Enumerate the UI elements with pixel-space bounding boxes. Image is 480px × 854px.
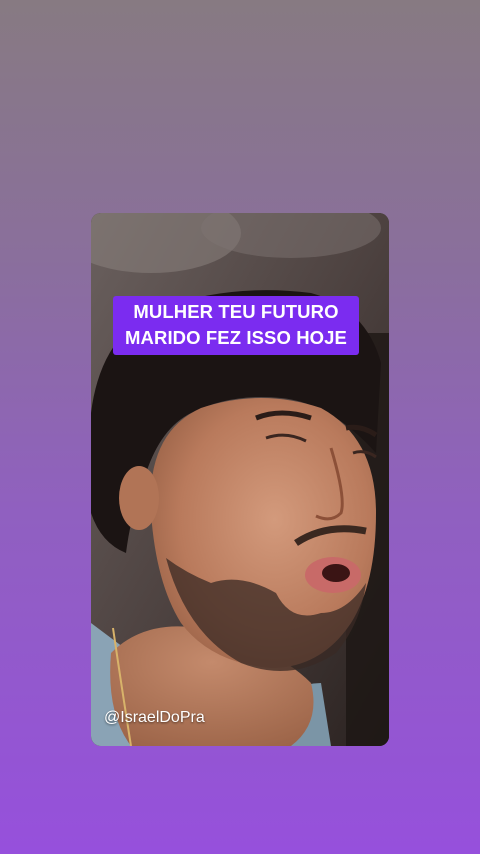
story-video-card[interactable]: MULHER TEU FUTURO MARIDO FEZ ISSO HOJE @… <box>91 213 389 746</box>
video-caption: MULHER TEU FUTURO MARIDO FEZ ISSO HOJE <box>113 296 359 355</box>
creator-handle[interactable]: @IsraelDoPra <box>104 709 205 727</box>
caption-line-1: MULHER TEU FUTURO <box>133 301 339 322</box>
video-frame <box>91 213 389 746</box>
caption-line-2: MARIDO FEZ ISSO HOJE <box>125 327 347 348</box>
